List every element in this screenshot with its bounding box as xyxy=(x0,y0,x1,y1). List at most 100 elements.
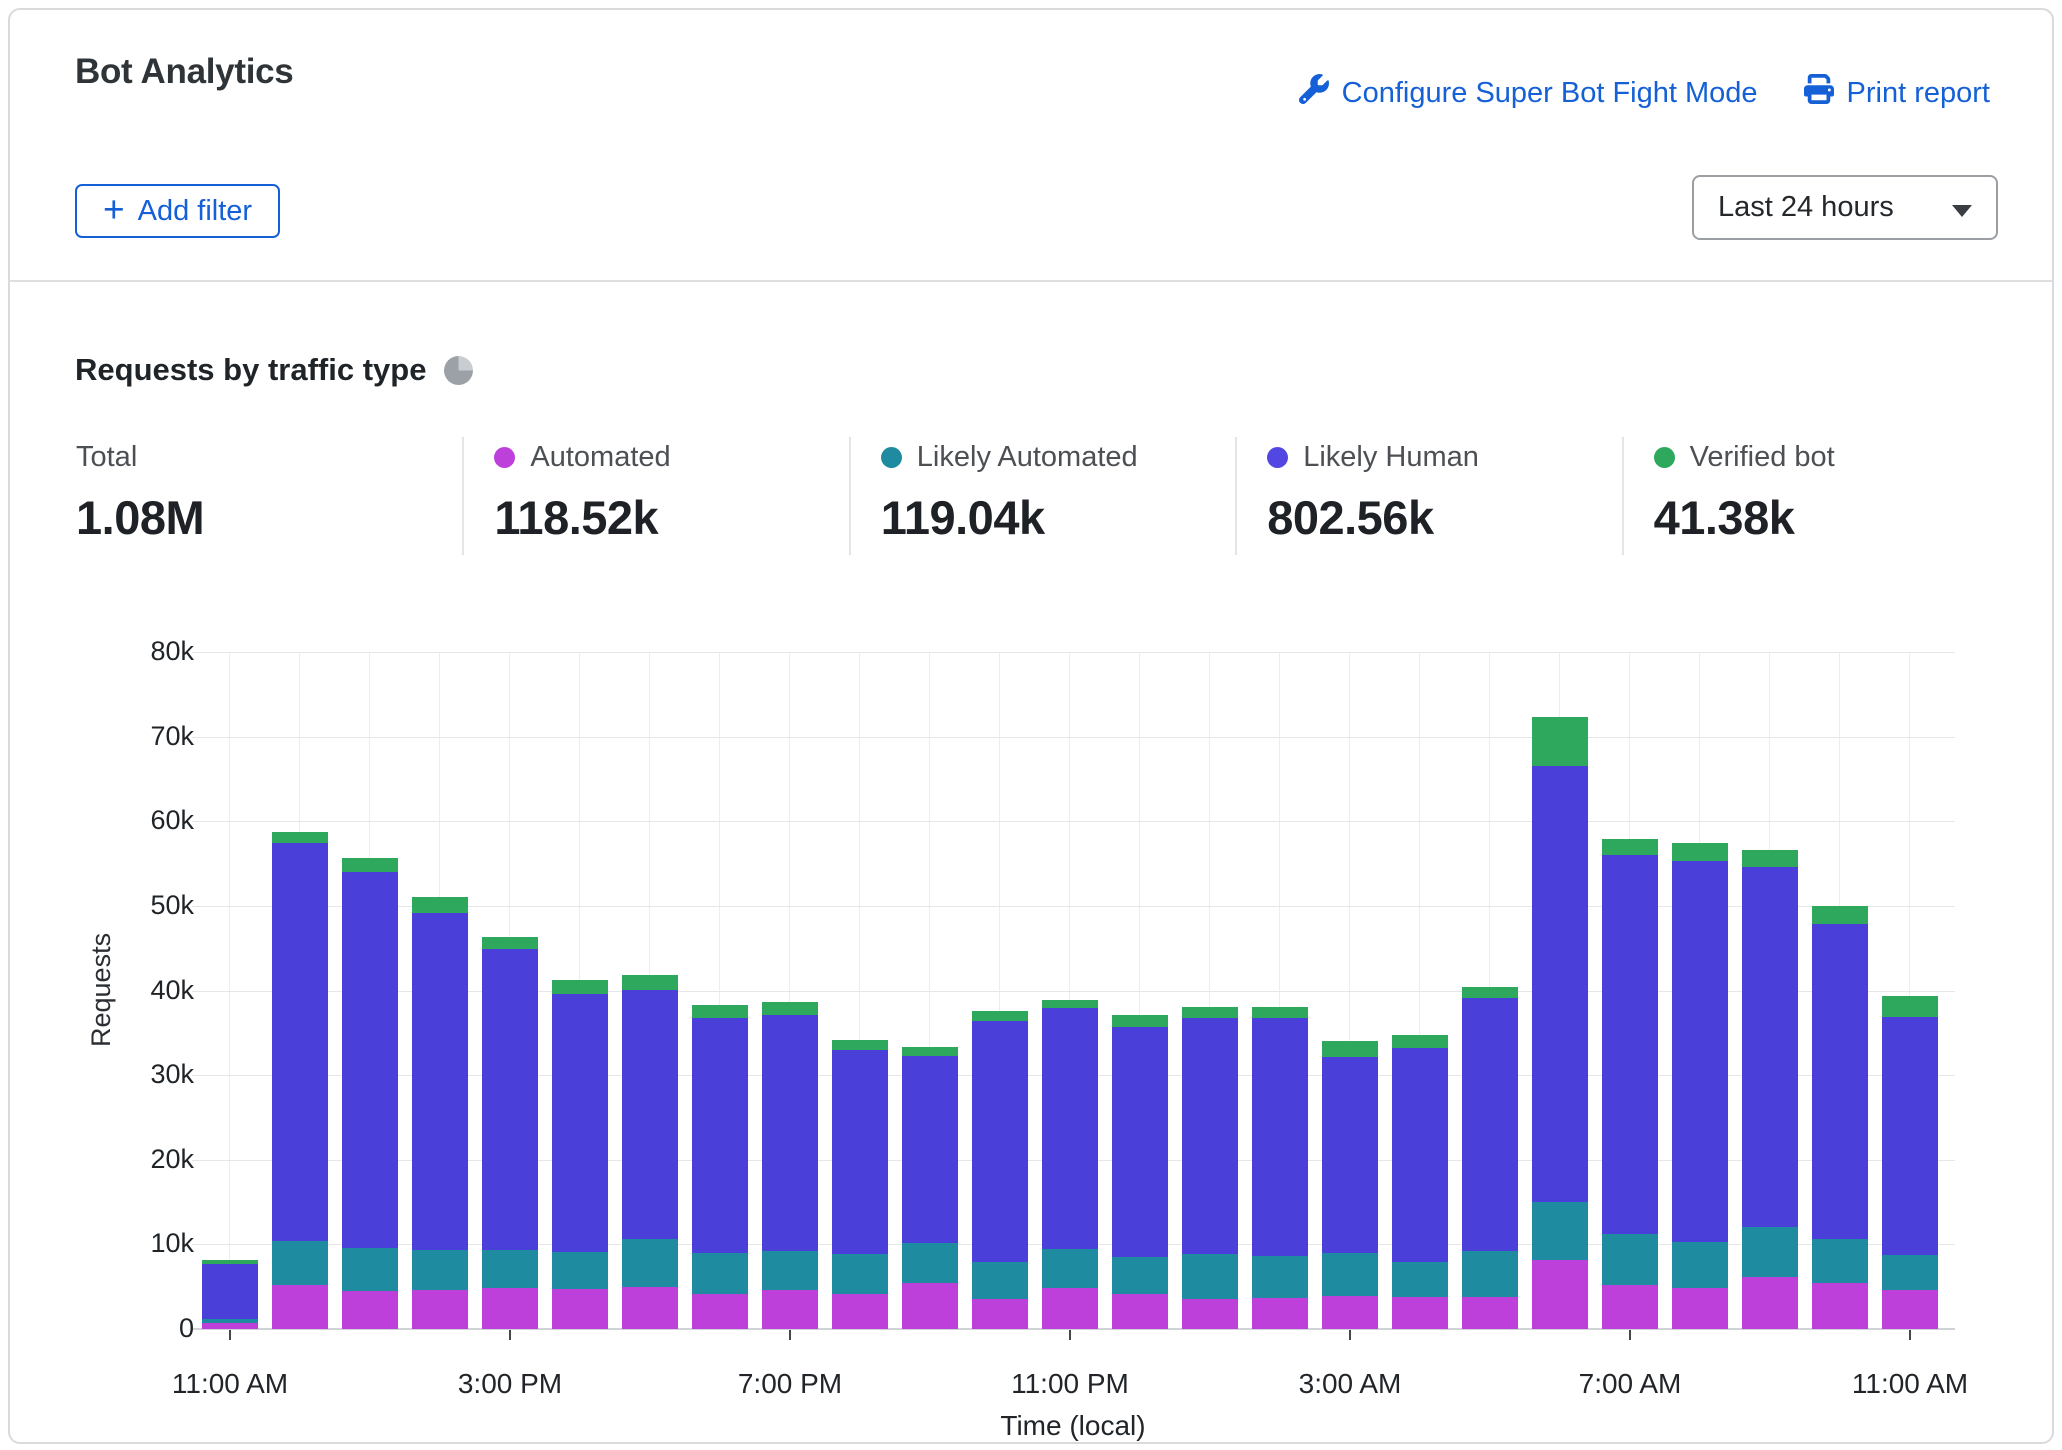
bar-segment-likely-human[interactable] xyxy=(832,1050,888,1254)
bar-segment-verified-bot[interactable] xyxy=(1882,996,1938,1017)
bar-segment-likely-automated[interactable] xyxy=(1252,1256,1308,1298)
bar-segment-likely-human[interactable] xyxy=(482,949,538,1249)
bar-segment-verified-bot[interactable] xyxy=(552,980,608,994)
bar-segment-likely-automated[interactable] xyxy=(1532,1202,1588,1260)
bar-segment-verified-bot[interactable] xyxy=(1112,1015,1168,1027)
bar-segment-verified-bot[interactable] xyxy=(1392,1035,1448,1049)
bar-segment-likely-human[interactable] xyxy=(1182,1018,1238,1253)
bar-segment-likely-human[interactable] xyxy=(1742,867,1798,1227)
bar-segment-likely-automated[interactable] xyxy=(1392,1262,1448,1297)
bar-segment-automated[interactable] xyxy=(1252,1298,1308,1329)
bar-segment-verified-bot[interactable] xyxy=(202,1260,258,1263)
bar-segment-automated[interactable] xyxy=(1182,1299,1238,1330)
bar-segment-automated[interactable] xyxy=(762,1290,818,1329)
bar-segment-automated[interactable] xyxy=(342,1291,398,1329)
bar-segment-automated[interactable] xyxy=(1532,1260,1588,1329)
bar-segment-verified-bot[interactable] xyxy=(1532,717,1588,766)
bar-segment-likely-human[interactable] xyxy=(1392,1048,1448,1262)
bar-segment-likely-human[interactable] xyxy=(1112,1027,1168,1257)
bar-segment-likely-human[interactable] xyxy=(1322,1057,1378,1253)
bar-segment-likely-human[interactable] xyxy=(1672,861,1728,1242)
bar-segment-verified-bot[interactable] xyxy=(412,897,468,913)
bar-segment-likely-human[interactable] xyxy=(1532,766,1588,1202)
bar-segment-likely-human[interactable] xyxy=(342,872,398,1248)
bar-segment-automated[interactable] xyxy=(832,1294,888,1329)
bar-segment-verified-bot[interactable] xyxy=(1182,1007,1238,1018)
bar-segment-verified-bot[interactable] xyxy=(972,1011,1028,1021)
bar-segment-likely-automated[interactable] xyxy=(1462,1251,1518,1297)
bar-segment-likely-automated[interactable] xyxy=(412,1250,468,1290)
bar-segment-automated[interactable] xyxy=(272,1285,328,1329)
bar-segment-verified-bot[interactable] xyxy=(902,1047,958,1056)
bar-segment-verified-bot[interactable] xyxy=(1672,843,1728,861)
bar-segment-likely-automated[interactable] xyxy=(482,1249,538,1287)
bar-segment-automated[interactable] xyxy=(1882,1290,1938,1329)
bar-segment-likely-automated[interactable] xyxy=(692,1253,748,1294)
bar-segment-automated[interactable] xyxy=(1322,1296,1378,1329)
bar-segment-automated[interactable] xyxy=(552,1289,608,1329)
bar-segment-likely-automated[interactable] xyxy=(902,1243,958,1284)
bar-segment-verified-bot[interactable] xyxy=(762,1002,818,1015)
bar-segment-likely-human[interactable] xyxy=(272,843,328,1241)
bar-segment-likely-automated[interactable] xyxy=(342,1248,398,1291)
bar-segment-verified-bot[interactable] xyxy=(272,832,328,843)
bar-segment-likely-human[interactable] xyxy=(1882,1017,1938,1256)
bar-segment-automated[interactable] xyxy=(412,1290,468,1329)
bar-segment-automated[interactable] xyxy=(202,1323,258,1329)
bar-segment-automated[interactable] xyxy=(1462,1297,1518,1329)
bar-segment-verified-bot[interactable] xyxy=(482,937,538,949)
bar-segment-likely-human[interactable] xyxy=(762,1015,818,1251)
bar-segment-verified-bot[interactable] xyxy=(1812,906,1868,924)
bar-segment-verified-bot[interactable] xyxy=(1462,987,1518,998)
bar-segment-likely-automated[interactable] xyxy=(272,1241,328,1285)
bar-segment-verified-bot[interactable] xyxy=(1602,839,1658,855)
bar-segment-likely-human[interactable] xyxy=(1812,924,1868,1240)
bar-segment-likely-automated[interactable] xyxy=(622,1239,678,1287)
bar-segment-likely-human[interactable] xyxy=(1462,998,1518,1251)
bar-segment-likely-human[interactable] xyxy=(902,1056,958,1243)
bar-segment-automated[interactable] xyxy=(1392,1297,1448,1329)
bar-segment-automated[interactable] xyxy=(1742,1277,1798,1329)
bar-segment-verified-bot[interactable] xyxy=(342,858,398,872)
bar-segment-verified-bot[interactable] xyxy=(1252,1007,1308,1017)
bar-segment-automated[interactable] xyxy=(1812,1283,1868,1330)
bar-segment-verified-bot[interactable] xyxy=(692,1005,748,1019)
bar-segment-likely-human[interactable] xyxy=(552,994,608,1252)
bar-segment-likely-human[interactable] xyxy=(972,1021,1028,1262)
bar-segment-automated[interactable] xyxy=(1672,1288,1728,1330)
bar-segment-likely-human[interactable] xyxy=(1042,1008,1098,1248)
bar-segment-likely-automated[interactable] xyxy=(832,1254,888,1295)
bar-segment-likely-automated[interactable] xyxy=(202,1319,258,1323)
bar-segment-verified-bot[interactable] xyxy=(1322,1041,1378,1056)
bar-segment-automated[interactable] xyxy=(972,1299,1028,1329)
bar-segment-likely-automated[interactable] xyxy=(1812,1239,1868,1282)
bar-segment-likely-human[interactable] xyxy=(412,913,468,1251)
bar-segment-likely-automated[interactable] xyxy=(1882,1255,1938,1290)
bar-segment-automated[interactable] xyxy=(482,1288,538,1330)
bar-segment-likely-automated[interactable] xyxy=(1742,1227,1798,1278)
bar-segment-automated[interactable] xyxy=(1602,1285,1658,1329)
bar-segment-automated[interactable] xyxy=(622,1287,678,1329)
bar-segment-likely-automated[interactable] xyxy=(552,1252,608,1289)
bar-segment-likely-automated[interactable] xyxy=(1602,1234,1658,1285)
bar-segment-automated[interactable] xyxy=(902,1283,958,1329)
bar-segment-likely-automated[interactable] xyxy=(1112,1257,1168,1293)
bar-segment-likely-human[interactable] xyxy=(692,1018,748,1252)
bar-segment-verified-bot[interactable] xyxy=(622,975,678,989)
bar-segment-likely-automated[interactable] xyxy=(1042,1249,1098,1289)
bar-segment-likely-human[interactable] xyxy=(622,990,678,1239)
bar-segment-automated[interactable] xyxy=(692,1294,748,1330)
bar-segment-likely-human[interactable] xyxy=(202,1264,258,1319)
bar-segment-verified-bot[interactable] xyxy=(832,1040,888,1050)
bar-segment-likely-human[interactable] xyxy=(1252,1018,1308,1257)
bar-segment-automated[interactable] xyxy=(1042,1288,1098,1329)
bar-segment-likely-automated[interactable] xyxy=(972,1262,1028,1299)
bar-segment-likely-human[interactable] xyxy=(1602,855,1658,1234)
bar-segment-likely-automated[interactable] xyxy=(1672,1242,1728,1288)
bar-segment-likely-automated[interactable] xyxy=(1182,1254,1238,1299)
bar-segment-automated[interactable] xyxy=(1112,1294,1168,1330)
bar-segment-verified-bot[interactable] xyxy=(1042,1000,1098,1009)
bar-segment-likely-automated[interactable] xyxy=(762,1251,818,1290)
bar-segment-verified-bot[interactable] xyxy=(1742,850,1798,867)
bar-segment-likely-automated[interactable] xyxy=(1322,1253,1378,1296)
